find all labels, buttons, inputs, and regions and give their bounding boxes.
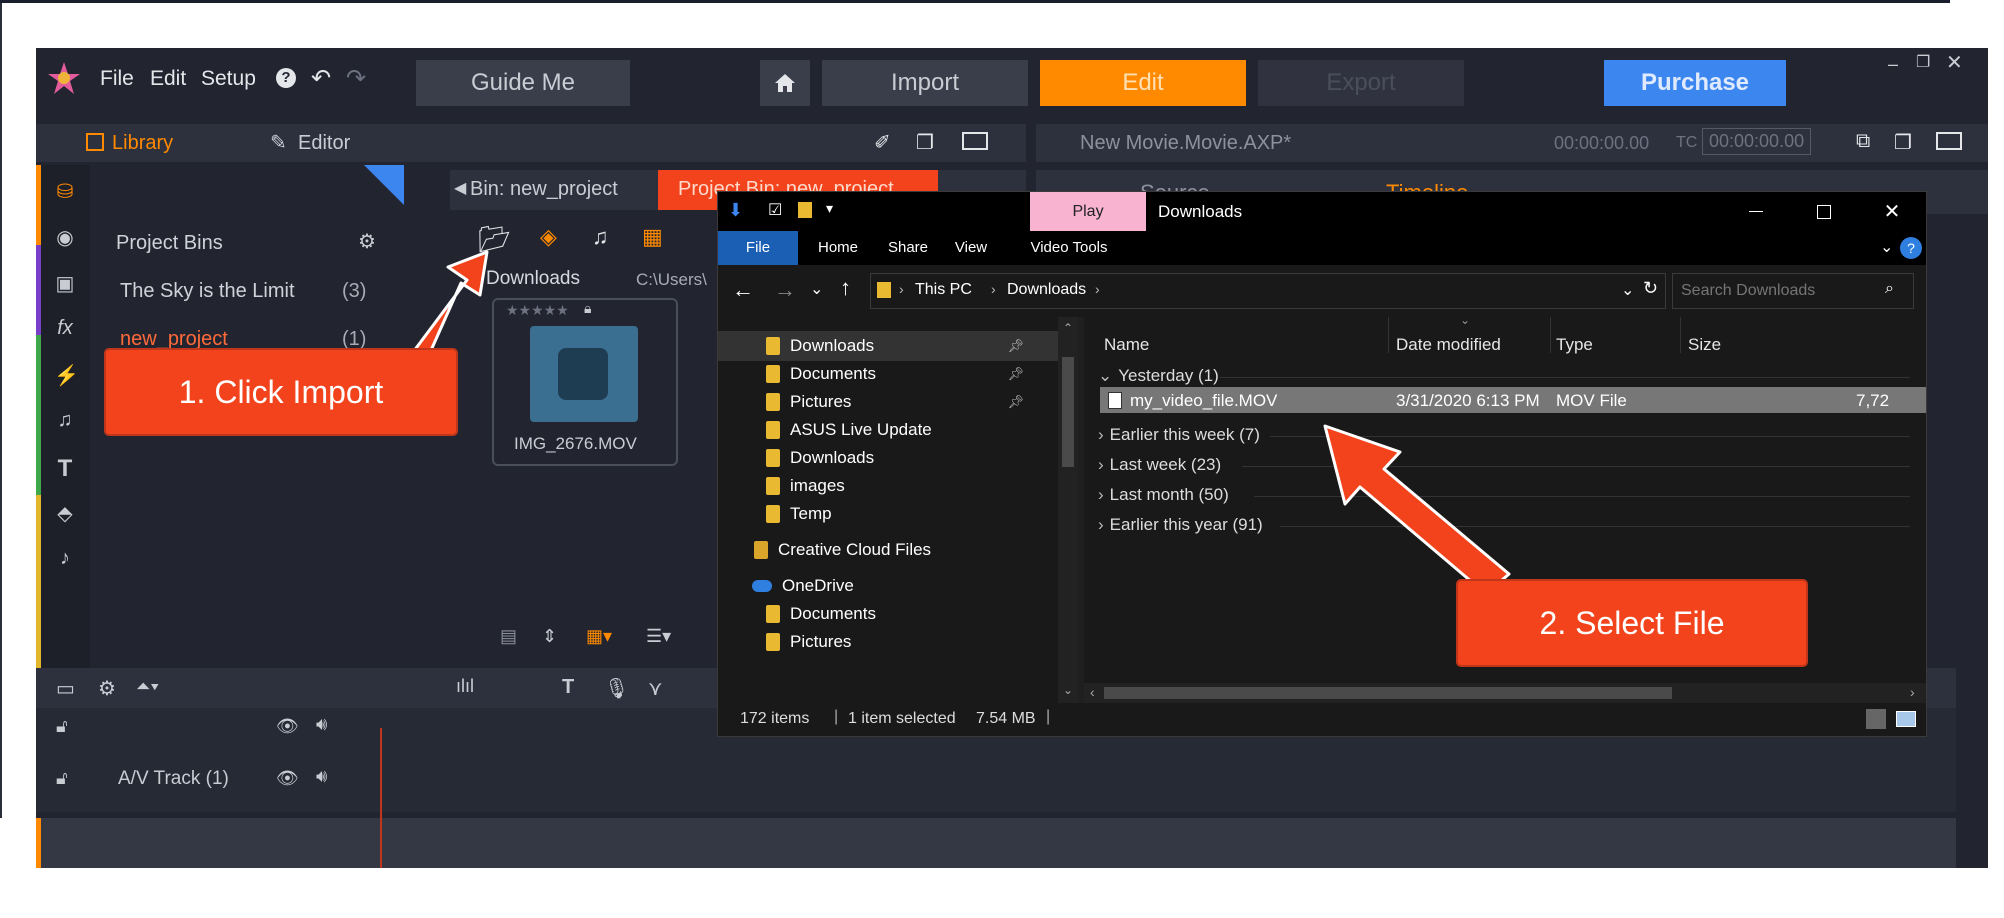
annotation-arrows: [391, 250, 1511, 596]
callout-step-2: 2. Select File: [1456, 579, 1808, 667]
callout-step-1: 1. Click Import: [104, 348, 458, 436]
arrow-to-file: [1323, 424, 1511, 596]
